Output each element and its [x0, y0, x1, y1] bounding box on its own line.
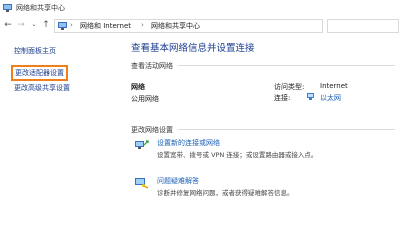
divider	[178, 129, 395, 130]
control-panel-icon	[58, 22, 67, 30]
network-type: 公用网络	[131, 95, 159, 103]
troubleshoot-description: 诊断并修复网络问题，或者获得疑难解答信息。	[157, 189, 294, 197]
dropdown-icon[interactable]: ⌄	[29, 19, 39, 31]
forward-arrow-icon[interactable]: →	[16, 19, 26, 31]
title-bar: 网络和共享中心	[0, 0, 400, 17]
active-networks-label: 查看活动网络	[131, 62, 173, 70]
ethernet-icon	[307, 93, 314, 100]
navigation-bar: ← → ⌄ ↑ › 网络和 Internet › 网络和共享中心	[0, 16, 400, 34]
breadcrumb-network-sharing-center[interactable]: 网络和共享中心	[151, 21, 200, 31]
sidebar-item-change-adapter-settings[interactable]: 更改适配器设置	[11, 65, 68, 81]
connection-label: 连接:	[274, 94, 291, 102]
up-arrow-icon[interactable]: ↑	[41, 19, 51, 31]
setup-new-connection-description: 设置宽带、拨号或 VPN 连接；或设置路由器或接入点。	[157, 151, 318, 159]
divider	[178, 65, 395, 66]
change-settings-label: 更改网络设置	[131, 126, 173, 134]
breadcrumb-separator: ›	[141, 21, 144, 29]
network-name: 网络	[131, 83, 145, 91]
address-bar[interactable]: › 网络和 Internet › 网络和共享中心	[54, 19, 323, 33]
main-content: 查看基本网络信息并设置连接 查看活动网络 网络 公用网络 访问类型: Inter…	[106, 35, 400, 221]
window-icon	[3, 4, 12, 12]
page-title: 查看基本网络信息并设置连接	[131, 43, 255, 54]
access-type-label: 访问类型:	[274, 83, 305, 91]
search-input[interactable]	[327, 19, 399, 33]
breadcrumb-separator: ›	[70, 21, 73, 29]
setup-new-connection-link[interactable]: 设置新的连接或网络	[157, 138, 220, 148]
connection-link-ethernet[interactable]: 以太网	[320, 93, 341, 103]
connection-setup-icon	[135, 140, 149, 149]
sidebar-item-advanced-sharing-settings[interactable]: 更改高级共享设置	[14, 83, 70, 93]
sidebar-item-control-panel-home[interactable]: 控制面板主页	[14, 46, 56, 56]
troubleshoot-icon	[135, 178, 149, 189]
access-type-value: Internet	[320, 82, 348, 90]
back-arrow-icon[interactable]: ←	[3, 19, 13, 31]
troubleshoot-link[interactable]: 问题疑难解答	[157, 176, 199, 186]
window-title: 网络和共享中心	[16, 4, 65, 12]
sidebar: 控制面板主页 更改适配器设置 更改高级共享设置	[0, 35, 106, 221]
breadcrumb-network-internet[interactable]: 网络和 Internet	[80, 21, 131, 31]
